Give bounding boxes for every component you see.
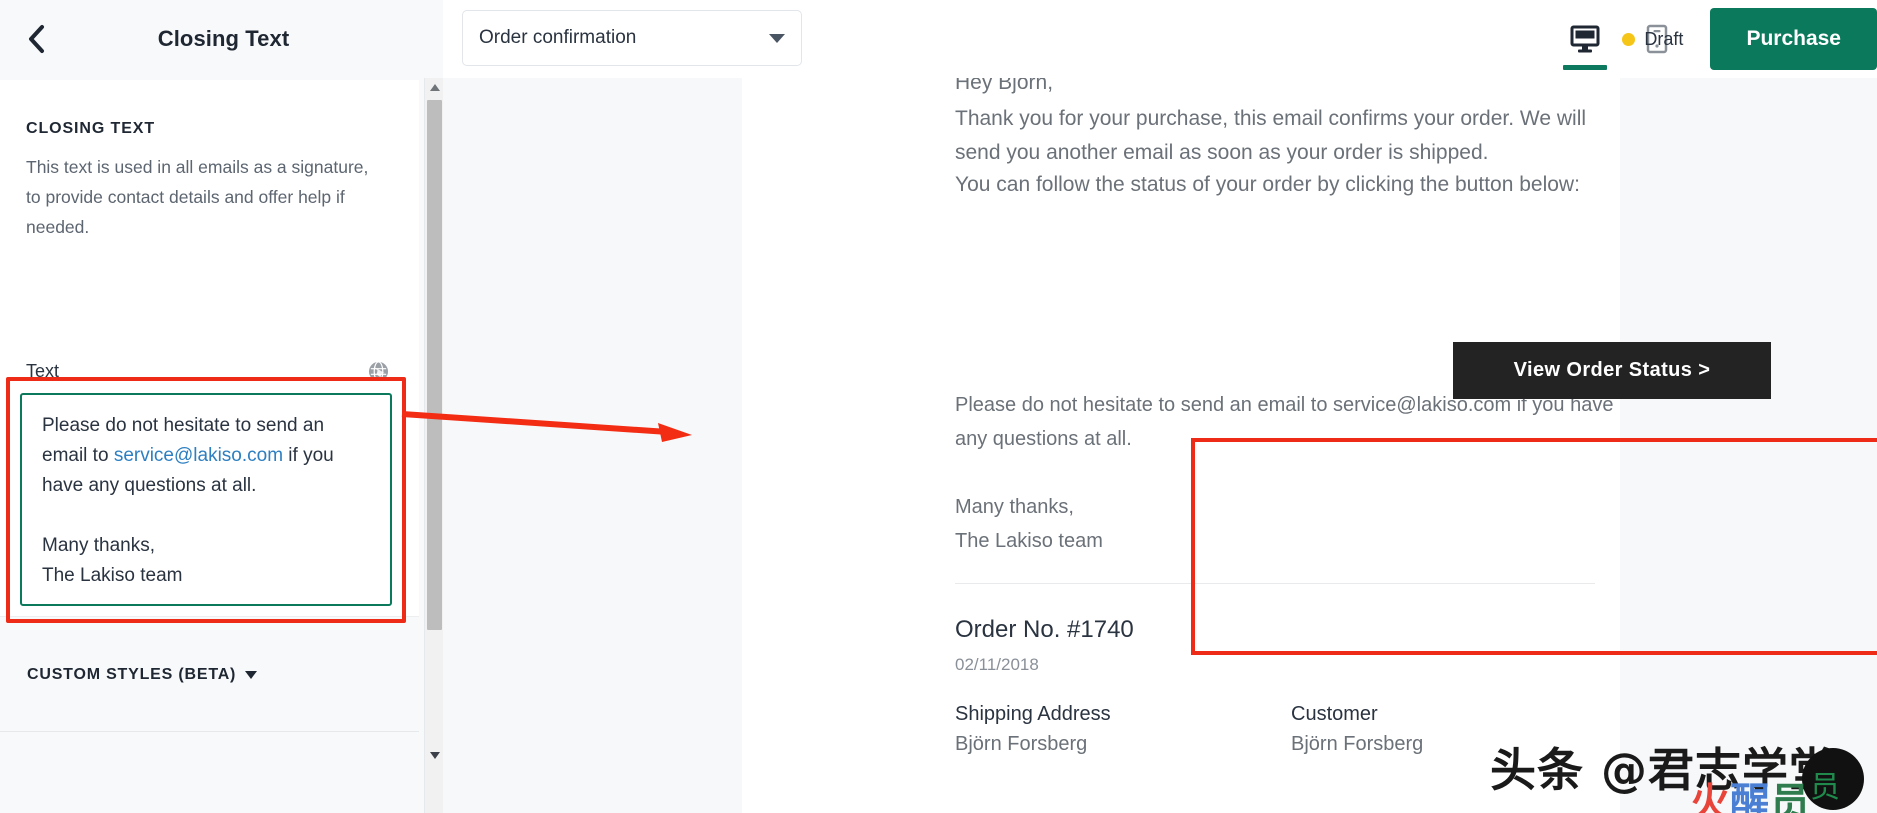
- email-body: Hey Bjorn, Thank you for your purchase, …: [742, 71, 1620, 813]
- customer-value: Björn Forsberg: [1291, 733, 1424, 755]
- sidebar-scrollbar[interactable]: [424, 78, 443, 813]
- page-title: Closing Text: [157, 26, 290, 51]
- status-badge: Draft: [1622, 29, 1683, 50]
- textarea-line-3: Many thanks,: [42, 535, 155, 556]
- settings-sidebar: CLOSING TEXT This text is used in all em…: [0, 78, 443, 813]
- email-order-date: 02/11/2018: [955, 655, 1039, 674]
- email-divider: [955, 583, 1595, 584]
- shipping-address-label: Shipping Address: [955, 703, 1111, 725]
- app-root: Closing Text Order confirmation Draft Pu…: [0, 0, 1877, 813]
- caret-down-icon: [245, 670, 258, 679]
- closing-text-panel: CLOSING TEXT This text is used in all em…: [0, 80, 419, 617]
- top-bar-actions: Draft Purchase: [1622, 0, 1877, 78]
- globe-icon[interactable]: [368, 361, 389, 382]
- custom-styles-toggle[interactable]: CUSTOM STYLES (BETA): [27, 665, 258, 684]
- textarea-line-4: The Lakiso team: [42, 565, 183, 586]
- back-button[interactable]: [16, 18, 58, 60]
- custom-styles-label: CUSTOM STYLES (BETA): [27, 665, 237, 683]
- purchase-button[interactable]: Purchase: [1710, 8, 1877, 70]
- custom-styles-section: CUSTOM STYLES (BETA): [0, 617, 419, 732]
- email-paragraph-1: Thank you for your purchase, this email …: [955, 107, 1587, 164]
- customer-label: Customer: [1291, 703, 1378, 725]
- email-preview-area: Hey Bjorn, Thank you for your purchase, …: [443, 71, 1877, 813]
- view-order-status-button[interactable]: View Order Status >: [1453, 342, 1771, 399]
- email-closing-line-3: Many thanks,: [955, 496, 1074, 518]
- shipping-address-value: Björn Forsberg: [955, 733, 1088, 755]
- email-canvas: Hey Bjorn, Thank you for your purchase, …: [742, 71, 1620, 813]
- status-dot-icon: [1622, 32, 1636, 46]
- email-paragraph-2: You can follow the status of your order …: [955, 173, 1580, 196]
- sidebar-divider: [0, 731, 419, 732]
- email-closing-line-2: any questions at all.: [955, 428, 1132, 450]
- top-bar-main: Order confirmation Draft Purchase: [443, 0, 1877, 78]
- section-description: This text is used in all emails as a sig…: [26, 157, 369, 237]
- email-order-number: Order No. #1740: [955, 616, 1134, 643]
- closing-text-textarea[interactable]: Please do not hesitate to send an email …: [20, 393, 392, 606]
- template-select-value: Order confirmation: [479, 27, 637, 48]
- template-select[interactable]: Order confirmation: [462, 10, 802, 66]
- scroll-up-arrow-icon[interactable]: [429, 82, 441, 94]
- status-label: Draft: [1644, 28, 1684, 49]
- top-bar: Closing Text Order confirmation Draft Pu…: [0, 0, 1877, 78]
- chevron-down-icon: [769, 33, 785, 43]
- tab-desktop-preview[interactable]: [1558, 0, 1612, 78]
- scroll-down-arrow-icon[interactable]: [429, 749, 441, 761]
- desktop-monitor-icon: [1570, 25, 1600, 53]
- sidebar-header: Closing Text: [0, 0, 443, 78]
- chevron-left-icon: [29, 25, 44, 53]
- section-heading: CLOSING TEXT: [26, 120, 156, 137]
- email-closing-line-4: The Lakiso team: [955, 530, 1103, 552]
- scrollbar-thumb[interactable]: [427, 100, 442, 630]
- text-field-label: Text: [26, 361, 60, 381]
- service-email-link[interactable]: service@lakiso.com: [114, 445, 283, 466]
- email-closing-text: Please do not hesitate to send an email …: [955, 388, 1697, 558]
